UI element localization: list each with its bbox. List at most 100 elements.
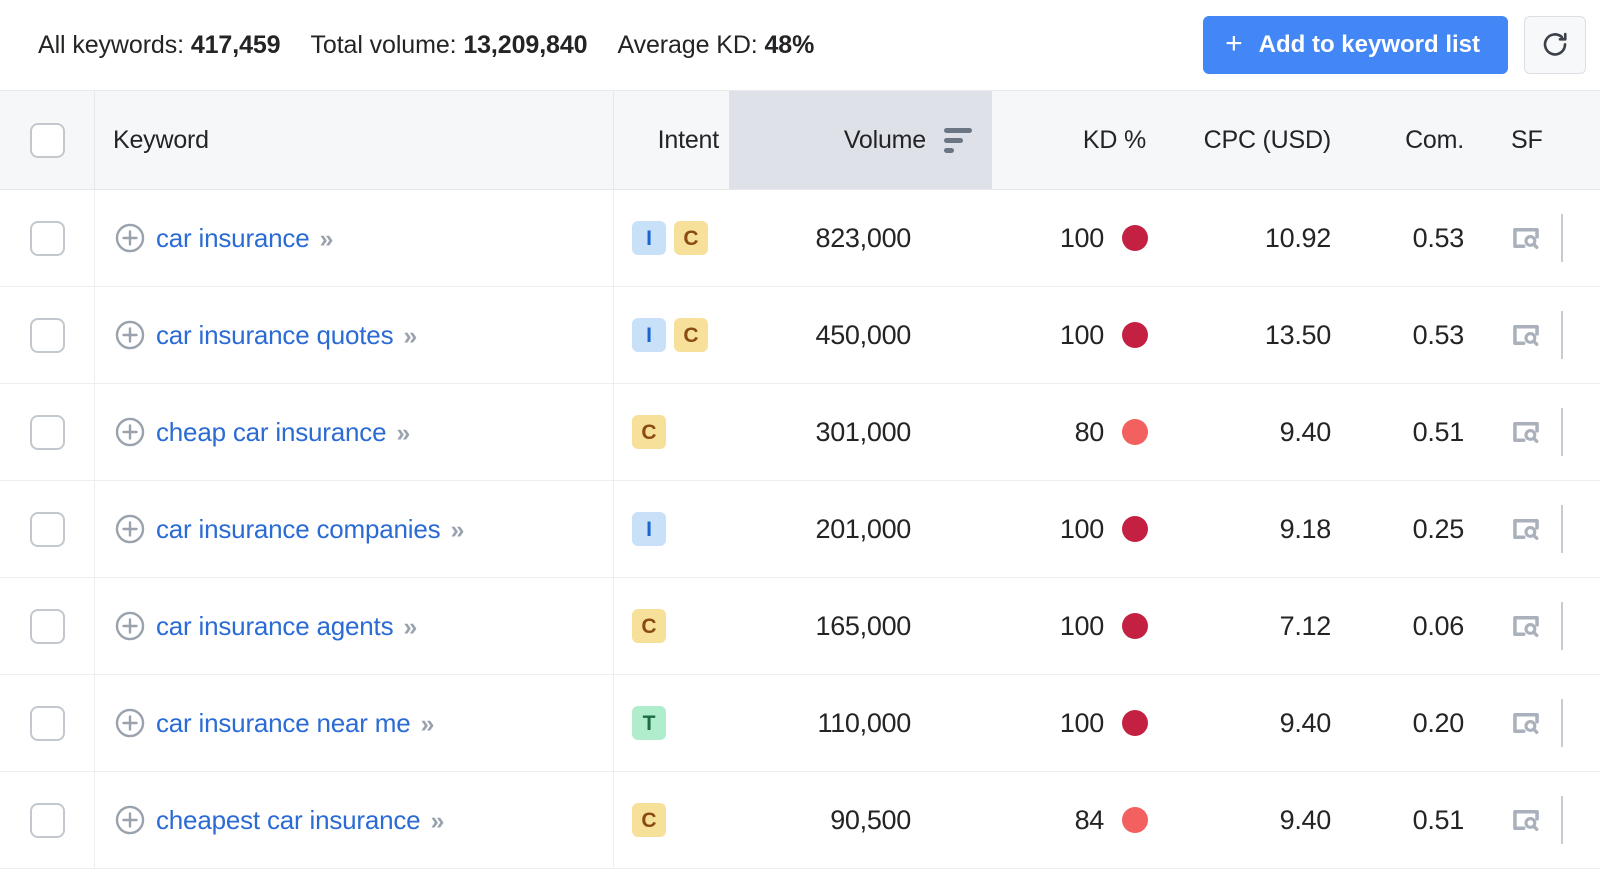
serp-preview-icon[interactable] — [1509, 706, 1543, 740]
kd-cell: 100 — [992, 675, 1172, 771]
serp-preview-icon[interactable] — [1509, 415, 1543, 449]
intent-badge-i[interactable]: I — [632, 221, 666, 255]
kd-value: 100 — [1059, 513, 1104, 544]
row-select-checkbox[interactable] — [29, 802, 65, 838]
keyword-link[interactable]: car insurance — [156, 223, 310, 254]
column-header-cpc-label: CPC (USD) — [1203, 125, 1332, 154]
kd-cell: 100 — [992, 578, 1172, 674]
add-keyword-icon[interactable] — [113, 221, 147, 255]
volume-value: 450,000 — [815, 319, 912, 350]
intent-badge-i[interactable]: I — [632, 512, 666, 546]
volume-cell: 301,000 — [729, 384, 992, 480]
row-select-cell — [0, 675, 95, 771]
table-row[interactable]: car insurance quotes » I C 450,000 100 13.50 0.… — [0, 287, 1600, 384]
results-summary-bar: All keywords: 417,459 Total volume: 13,20… — [0, 0, 1600, 90]
competitive-density-cell: 0.51 — [1356, 772, 1489, 868]
competitive-density-cell: 0.20 — [1356, 675, 1489, 771]
add-keyword-icon[interactable] — [113, 609, 147, 643]
keyword-link[interactable]: cheapest car insurance — [156, 805, 421, 836]
kd-value: 100 — [1059, 319, 1104, 350]
row-select-checkbox[interactable] — [29, 511, 65, 547]
cpc-cell: 9.40 — [1172, 384, 1356, 480]
kd-cell: 84 — [992, 772, 1172, 868]
add-to-keyword-list-button[interactable]: + Add to keyword list — [1203, 16, 1508, 74]
cpc-cell: 13.50 — [1172, 287, 1356, 383]
keyword-expand-icon[interactable]: » — [420, 711, 434, 737]
volume-cell: 90,500 — [729, 772, 992, 868]
keyword-expand-icon[interactable]: » — [319, 226, 333, 252]
add-keyword-icon[interactable] — [113, 415, 147, 449]
column-header-intent-label: Intent — [657, 125, 720, 154]
keyword-cell: cheapest car insurance » — [95, 772, 614, 868]
column-header-cpc[interactable]: CPC (USD) — [1172, 91, 1356, 189]
summary-stat-value: 13,209,840 — [463, 30, 588, 59]
volume-value: 90,500 — [830, 804, 911, 835]
intent-badge-c[interactable]: C — [632, 609, 666, 643]
column-header-com[interactable]: Com. — [1356, 91, 1489, 189]
row-select-checkbox[interactable] — [29, 608, 65, 644]
keyword-expand-icon[interactable]: » — [430, 808, 444, 834]
serp-preview-icon[interactable] — [1509, 609, 1543, 643]
competitive-density-value: 0.53 — [1412, 222, 1465, 253]
intent-badge-t[interactable]: T — [632, 706, 666, 740]
cpc-value: 9.40 — [1279, 707, 1332, 738]
table-row[interactable]: cheap car insurance » C 301,000 80 9.40 0.51 — [0, 384, 1600, 481]
column-header-keyword[interactable]: Keyword — [95, 91, 614, 189]
keyword-link[interactable]: car insurance near me — [156, 708, 411, 739]
keyword-expand-icon[interactable]: » — [450, 517, 464, 543]
table-row[interactable]: car insurance companies » I 201,000 100 9.18 0… — [0, 481, 1600, 578]
table-row[interactable]: car insurance near me » T 110,000 100 9.40 0.2… — [0, 675, 1600, 772]
add-keyword-icon[interactable] — [113, 706, 147, 740]
competitive-density-value: 0.25 — [1412, 513, 1465, 544]
row-select-checkbox[interactable] — [29, 705, 65, 741]
row-select-checkbox[interactable] — [29, 414, 65, 450]
intent-badge-c[interactable]: C — [674, 221, 708, 255]
add-keyword-icon[interactable] — [113, 512, 147, 546]
table-row[interactable]: cheapest car insurance » C 90,500 84 9.40 0.51 — [0, 772, 1600, 869]
select-all-checkbox[interactable] — [29, 122, 65, 158]
intent-badge-c[interactable]: C — [632, 415, 666, 449]
serp-features-cell — [1489, 287, 1600, 383]
column-header-volume[interactable]: Volume — [729, 91, 992, 189]
serp-preview-icon[interactable] — [1509, 318, 1543, 352]
summary-stats: All keywords: 417,459 Total volume: 13,20… — [38, 31, 814, 60]
keyword-link[interactable]: car insurance quotes — [156, 320, 394, 351]
keyword-magic-tool-results: All keywords: 417,459 Total volume: 13,20… — [0, 0, 1600, 885]
intent-badge-i[interactable]: I — [632, 318, 666, 352]
keyword-expand-icon[interactable]: » — [403, 323, 417, 349]
intent-badge-c[interactable]: C — [632, 803, 666, 837]
row-select-cell — [0, 578, 95, 674]
column-header-kd-label: KD % — [1082, 125, 1146, 154]
column-header-kd[interactable]: KD % — [992, 91, 1172, 189]
keyword-link[interactable]: cheap car insurance — [156, 417, 387, 448]
table-row[interactable]: car insurance » I C 823,000 100 10.92 0.53 — [0, 190, 1600, 287]
kd-difficulty-dot — [1122, 516, 1148, 542]
intent-badge-c[interactable]: C — [674, 318, 708, 352]
keyword-cell: cheap car insurance » — [95, 384, 614, 480]
sort-descending-icon[interactable] — [944, 127, 972, 153]
volume-cell: 450,000 — [729, 287, 992, 383]
add-to-keyword-list-label: Add to keyword list — [1258, 31, 1480, 58]
intent-cell: C — [614, 384, 729, 480]
serp-preview-icon[interactable] — [1509, 221, 1543, 255]
volume-cell: 110,000 — [729, 675, 992, 771]
cpc-cell: 10.92 — [1172, 190, 1356, 286]
serp-preview-icon[interactable] — [1509, 512, 1543, 546]
keyword-link[interactable]: car insurance agents — [156, 611, 394, 642]
keyword-expand-icon[interactable]: » — [396, 420, 410, 446]
add-keyword-icon[interactable] — [113, 803, 147, 837]
column-header-intent[interactable]: Intent — [614, 91, 729, 189]
volume-value: 301,000 — [815, 416, 912, 447]
row-select-checkbox[interactable] — [29, 220, 65, 256]
row-select-checkbox[interactable] — [29, 317, 65, 353]
competitive-density-cell: 0.51 — [1356, 384, 1489, 480]
keyword-expand-icon[interactable]: » — [403, 614, 417, 640]
table-row[interactable]: car insurance agents » C 165,000 100 7.12 0.06 — [0, 578, 1600, 675]
add-keyword-icon[interactable] — [113, 318, 147, 352]
competitive-density-value: 0.53 — [1412, 319, 1465, 350]
serp-preview-icon[interactable] — [1509, 803, 1543, 837]
column-header-sf[interactable]: SF — [1489, 91, 1600, 189]
keyword-link[interactable]: car insurance companies — [156, 514, 441, 545]
keyword-cell: car insurance agents » — [95, 578, 614, 674]
refresh-button[interactable] — [1524, 16, 1586, 74]
